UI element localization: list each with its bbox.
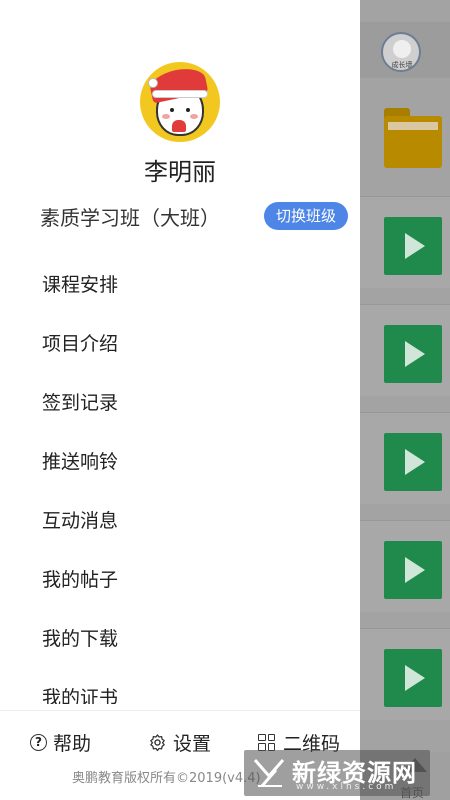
- background-avatar[interactable]: 成长墙: [381, 32, 421, 72]
- user-name: 李明丽: [144, 158, 216, 186]
- help-icon: ?: [30, 733, 47, 751]
- menu-item-interactive-messages[interactable]: 互动消息: [42, 504, 322, 538]
- watermark-url: www.xlhs.com: [296, 782, 397, 792]
- qrcode-icon: [258, 733, 275, 751]
- class-name: 素质学习班（大班）: [40, 206, 220, 230]
- list-item[interactable]: [360, 196, 450, 288]
- list-item[interactable]: [360, 520, 450, 612]
- menu-item-my-certificates[interactable]: 我的证书: [42, 681, 322, 704]
- menu-item-push-ringtone[interactable]: 推送响铃: [42, 445, 322, 479]
- settings-label: 设置: [173, 732, 212, 755]
- drawer-menu: 课程安排 项目介绍 签到记录 推送响铃 互动消息 我的帖子 我的下载 我的证书: [0, 256, 360, 704]
- switch-class-button[interactable]: 切换班级: [264, 202, 348, 230]
- menu-item-my-posts[interactable]: 我的帖子: [42, 563, 322, 597]
- menu-item-course-schedule[interactable]: 课程安排: [42, 268, 322, 302]
- watermark: 新绿资源网 www.xlhs.com: [244, 750, 430, 796]
- menu-item-project-intro[interactable]: 项目介绍: [42, 327, 322, 361]
- folder-icon[interactable]: [384, 108, 442, 168]
- settings-button[interactable]: 设置: [148, 727, 211, 757]
- side-drawer: 李明丽 素质学习班（大班） 切换班级 课程安排 项目介绍 签到记录 推送响铃 互…: [0, 0, 360, 800]
- menu-item-sign-in-records[interactable]: 签到记录: [42, 386, 322, 420]
- menu-item-my-downloads[interactable]: 我的下载: [42, 622, 322, 656]
- play-icon[interactable]: [384, 649, 442, 707]
- copyright-text: 奥鹏教育版权所有©2019(v4.4): [72, 771, 261, 786]
- play-icon[interactable]: [384, 433, 442, 491]
- play-icon[interactable]: [384, 541, 442, 599]
- avatar-face-icon: [393, 40, 411, 58]
- help-label: 帮助: [53, 732, 92, 755]
- play-icon[interactable]: [384, 217, 442, 275]
- list-item[interactable]: [360, 628, 450, 720]
- play-icon[interactable]: [384, 325, 442, 383]
- help-button[interactable]: ? 帮助: [30, 727, 91, 757]
- watermark-logo-icon: [253, 759, 285, 787]
- gear-icon: [150, 733, 165, 751]
- background-app: 成长墙 首页: [360, 0, 450, 800]
- avatar[interactable]: [140, 62, 220, 142]
- avatar-tag: 成长墙: [391, 61, 413, 69]
- list-item[interactable]: [360, 412, 450, 504]
- list-item[interactable]: [360, 304, 450, 396]
